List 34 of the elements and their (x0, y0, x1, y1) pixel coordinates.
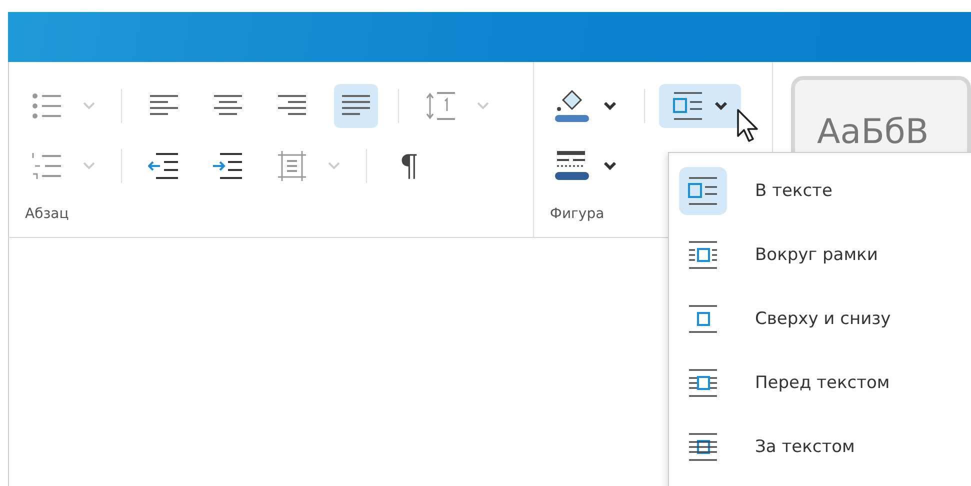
text-wrap-icon (687, 176, 719, 206)
pilcrow-button[interactable]: ¶ (387, 144, 431, 188)
menu-item-label: Сверху и снизу (755, 309, 891, 329)
mouse-pointer-icon (736, 108, 760, 144)
text-wrap-button[interactable] (658, 84, 741, 128)
menu-item[interactable]: За текстом (679, 415, 971, 479)
chevron-icon (82, 101, 96, 111)
menu-item[interactable]: Сверху и снизу (679, 287, 971, 351)
menu-item[interactable]: Вокруг рамки (679, 223, 971, 287)
group-label: Абзац (25, 206, 70, 222)
text-wrap-icon (687, 304, 719, 334)
chevron-icon (602, 101, 617, 111)
menu-item-label: Перед текстом (755, 373, 890, 393)
text-wrap-icon (687, 432, 719, 462)
line-spacing-icon (425, 90, 457, 122)
text-wrap-icon (672, 91, 704, 121)
style-preview-text: АаБбВ (817, 112, 929, 152)
increase-indent-icon (212, 150, 244, 182)
borders-icon (276, 150, 308, 182)
chevron-icon (327, 161, 341, 171)
menu-item-label: За текстом (755, 437, 855, 457)
chevron-icon (714, 101, 728, 111)
menu-item[interactable]: Перед текстом (679, 351, 971, 415)
text-wrap-icon (687, 240, 719, 270)
menu-item-label: Вокруг рамки (755, 245, 878, 265)
chevron-icon (476, 101, 490, 111)
text-wrap-icon (687, 368, 719, 398)
numbered-list-icon (31, 150, 63, 182)
chevron-icon (82, 161, 96, 171)
chevron-icon (602, 161, 617, 171)
paint-bucket-icon (552, 87, 591, 125)
decrease-indent-icon (148, 150, 180, 182)
group-label: Фигура (550, 206, 606, 222)
justify-button[interactable] (334, 84, 378, 128)
